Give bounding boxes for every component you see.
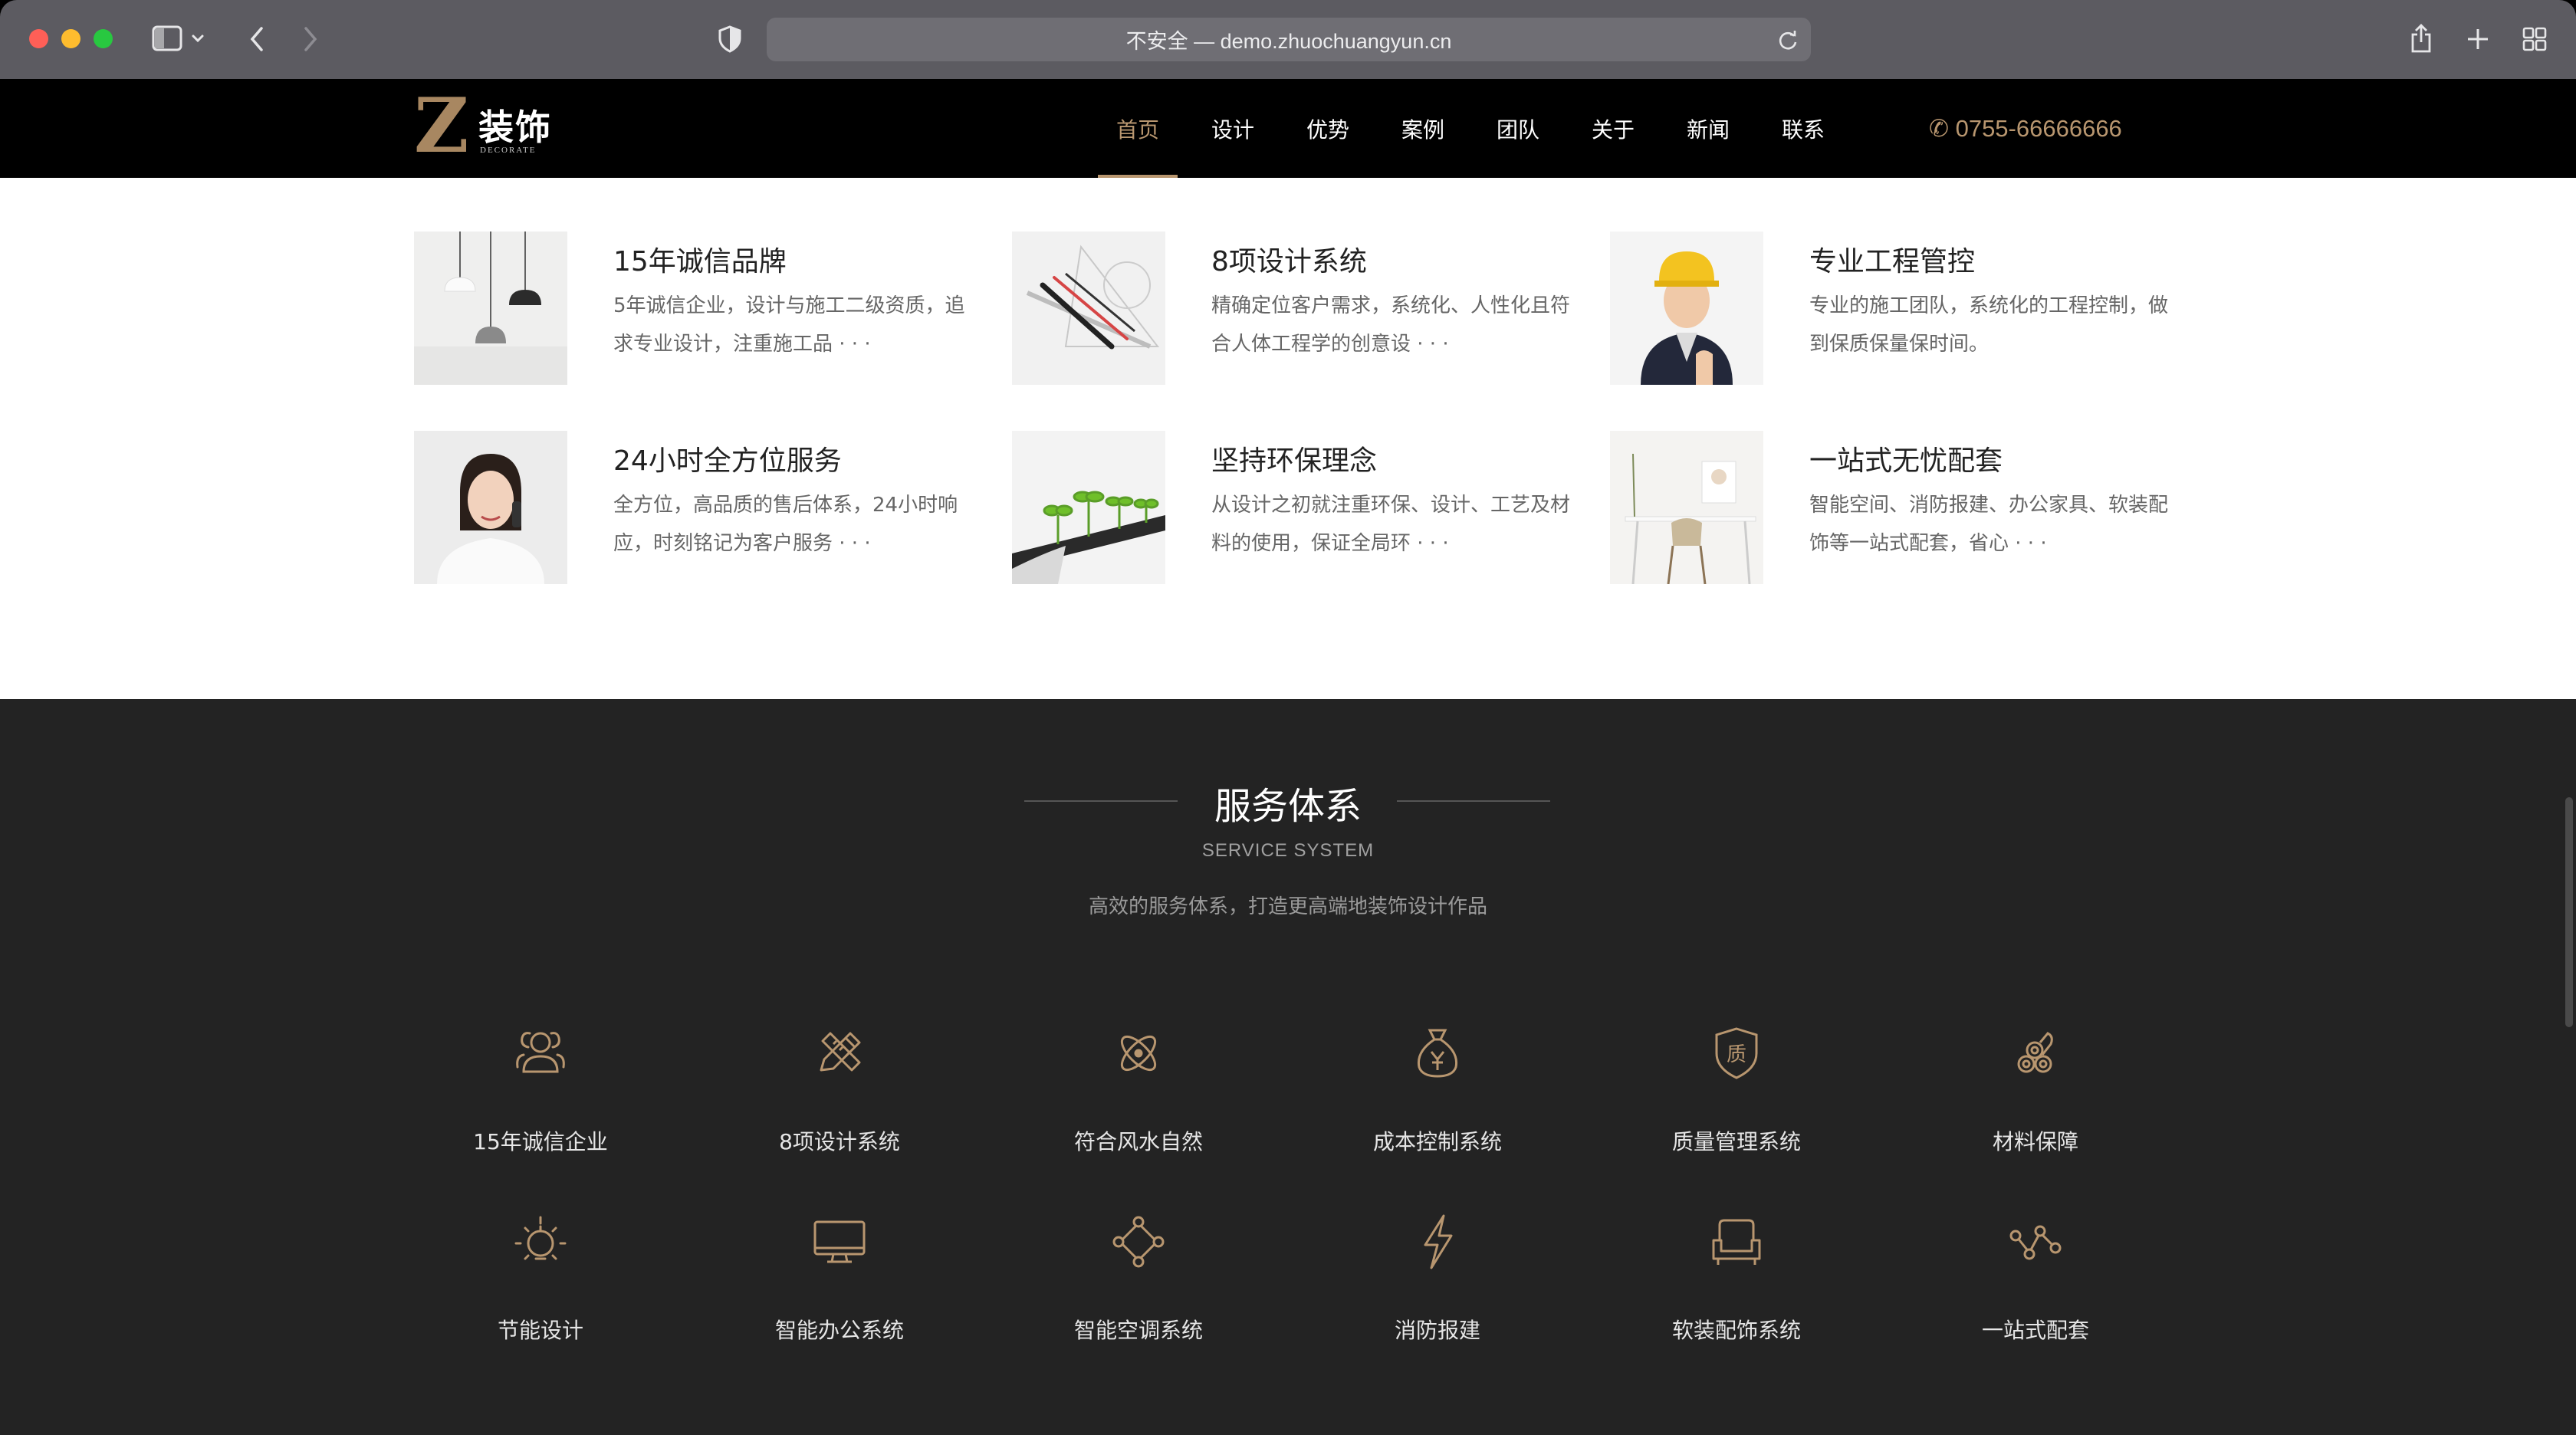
feature-title: 专业工程管控 xyxy=(1809,246,1976,277)
network-nodes-icon xyxy=(1112,1216,1165,1268)
feature-title: 8项设计系统 xyxy=(1211,246,1367,277)
feature-card[interactable]: 15年诚信品牌 5年诚信企业，设计与施工二级资质，追求专业设计，注重施工品 · … xyxy=(414,232,981,385)
feature-desc: 5年诚信企业，设计与施工二级资质，追求专业设计，注重施工品 · · · xyxy=(613,294,965,356)
forward-icon[interactable] xyxy=(297,18,324,60)
service-label: 软装配饰系统 xyxy=(1671,1318,1801,1343)
service-item[interactable]: 智能办公系统 xyxy=(717,1210,962,1363)
service-label: 智能办公系统 xyxy=(774,1318,904,1343)
sidebar-toggle-icon[interactable] xyxy=(149,18,210,60)
construction-worker-image xyxy=(1610,232,1763,385)
tab-overview-icon[interactable] xyxy=(2519,18,2550,60)
feature-card[interactable]: 坚持环保理念 从设计之初就注重环保、设计、工艺及材料的使用，保证全局环 · · … xyxy=(1012,431,1579,584)
pipes-icon xyxy=(2017,1032,2053,1073)
logo-subtext: DECORATE xyxy=(480,146,537,155)
nav-item-home[interactable]: 首页 xyxy=(1098,79,1178,178)
nav-item-design[interactable]: 设计 xyxy=(1193,79,1273,178)
service-system-section: 服务体系 SERVICE SYSTEM 高效的服务体系，打造更高端地装饰设计作品… xyxy=(0,699,2576,1435)
privacy-shield-icon[interactable] xyxy=(715,18,745,60)
section-description: 高效的服务体系，打造更高端地装饰设计作品 xyxy=(1088,895,1487,918)
section-subtitle: SERVICE SYSTEM xyxy=(1201,840,1375,861)
users-icon xyxy=(516,1032,565,1073)
desk-chair-image xyxy=(1610,431,1763,584)
service-item[interactable]: 符合风水自然 xyxy=(1016,1021,1261,1174)
logo-text: 装饰 xyxy=(478,107,552,148)
service-label: 材料保障 xyxy=(1992,1129,2078,1154)
nav-item-contact[interactable]: 联系 xyxy=(1763,79,1843,178)
page-scrollbar[interactable] xyxy=(2565,797,2573,1027)
service-label: 质量管理系统 xyxy=(1671,1129,1801,1154)
feature-desc: 精确定位客户需求，系统化、人性化且符合人体工程学的创意设 · · · xyxy=(1211,294,1571,356)
minimize-window-button[interactable] xyxy=(61,29,80,48)
atom-icon xyxy=(1120,1035,1157,1072)
service-woman-image xyxy=(414,431,567,584)
feature-title: 15年诚信品牌 xyxy=(613,246,787,277)
feature-desc: 从设计之初就注重环保、设计、工艺及材料的使用，保证全局环 · · · xyxy=(1211,494,1571,555)
drafting-tools-image xyxy=(1012,232,1165,385)
logo-letter: Z xyxy=(414,82,469,170)
service-item[interactable]: 质 质量管理系统 xyxy=(1614,1021,1859,1174)
main-nav: 首页 设计 优势 案例 团队 关于 新闻 联系 xyxy=(1098,79,1858,178)
service-item[interactable]: 软装配饰系统 xyxy=(1614,1210,1859,1363)
browser-toolbar: 不安全 — demo.zhuochuangyun.cn xyxy=(0,0,2576,79)
monitor-icon xyxy=(813,1220,866,1263)
feature-title: 坚持环保理念 xyxy=(1211,445,1378,477)
share-nodes-icon xyxy=(2009,1225,2062,1260)
lightning-icon xyxy=(1424,1214,1453,1269)
feature-title: 24小时全方位服务 xyxy=(613,445,842,477)
nav-item-news[interactable]: 新闻 xyxy=(1668,79,1748,178)
feature-card[interactable]: 专业工程管控 专业的施工团队，系统化的工程控制，做到保质保量保时间。 xyxy=(1610,232,2177,385)
address-bar[interactable]: 不安全 — demo.zhuochuangyun.cn xyxy=(767,18,1811,61)
service-item[interactable]: 成本控制系统 xyxy=(1315,1021,1560,1174)
zoom-window-button[interactable] xyxy=(94,29,113,48)
service-item[interactable]: 节能设计 xyxy=(418,1210,663,1363)
share-icon[interactable] xyxy=(2406,18,2436,60)
quality-badge-icon: 质 xyxy=(1715,1027,1758,1079)
url-text: 不安全 — demo.zhuochuangyun.cn xyxy=(1125,30,1452,53)
service-item[interactable]: 15年诚信企业 xyxy=(418,1021,663,1174)
sofa-icon xyxy=(1712,1219,1761,1265)
new-tab-icon[interactable] xyxy=(2463,18,2493,60)
service-label: 智能空调系统 xyxy=(1073,1318,1203,1343)
nav-item-team[interactable]: 团队 xyxy=(1478,79,1558,178)
service-item[interactable]: 智能空调系统 xyxy=(1016,1210,1261,1363)
nav-item-about[interactable]: 关于 xyxy=(1573,79,1653,178)
service-label: 一站式配套 xyxy=(1981,1318,2089,1343)
back-icon[interactable] xyxy=(244,18,270,60)
nav-item-advantages[interactable]: 优势 xyxy=(1288,79,1368,178)
reload-icon[interactable] xyxy=(1777,28,1799,57)
money-bag-icon xyxy=(1417,1029,1458,1078)
section-title: 服务体系 xyxy=(1214,785,1362,828)
feature-desc: 全方位，高品质的售后体系，24小时响应，时刻铭记为客户服务 · · · xyxy=(613,494,958,555)
feature-title: 一站式无忧配套 xyxy=(1809,445,2003,477)
feature-desc: 智能空间、消防报建、办公家具、软装配饰等一站式配套，省心 · · · xyxy=(1809,494,2169,555)
service-item[interactable]: 8项设计系统 xyxy=(717,1021,962,1174)
service-label: 15年诚信企业 xyxy=(473,1129,608,1154)
feature-desc: 专业的施工团队，系统化的工程控制，做到保质保量保时间。 xyxy=(1809,294,2169,356)
close-window-button[interactable] xyxy=(29,29,48,48)
service-label: 节能设计 xyxy=(497,1318,583,1343)
site-header: Z 装饰 DECORATE 首页 设计 优势 案例 团队 关于 新闻 联系 ✆ … xyxy=(0,79,2576,178)
seedlings-image xyxy=(1012,431,1165,584)
site-logo[interactable]: Z 装饰 DECORATE xyxy=(414,89,552,164)
feature-card[interactable]: 一站式无忧配套 智能空间、消防报建、办公家具、软装配饰等一站式配套，省心 · ·… xyxy=(1610,431,2177,584)
svg-text:质: 质 xyxy=(1727,1043,1746,1066)
pencil-ruler-icon xyxy=(820,1032,861,1072)
service-item[interactable]: 消防报建 xyxy=(1315,1210,1560,1363)
nav-item-cases[interactable]: 案例 xyxy=(1383,79,1463,178)
service-item[interactable]: 一站式配套 xyxy=(1913,1210,2158,1363)
pendant-lamps-image xyxy=(414,232,567,385)
service-label: 消防报建 xyxy=(1394,1318,1480,1343)
feature-card[interactable]: 8项设计系统 精确定位客户需求，系统化、人性化且符合人体工程学的创意设 · · … xyxy=(1012,232,1579,385)
feature-card[interactable]: 24小时全方位服务 全方位，高品质的售后体系，24小时响应，时刻铭记为客户服务 … xyxy=(414,431,981,584)
features-section: 15年诚信品牌 5年诚信企业，设计与施工二级资质，追求专业设计，注重施工品 · … xyxy=(0,178,2576,699)
phone-number[interactable]: ✆ 0755-66666666 xyxy=(1929,79,2122,178)
service-label: 符合风水自然 xyxy=(1073,1129,1203,1154)
service-label: 8项设计系统 xyxy=(779,1129,900,1154)
service-item[interactable]: 材料保障 xyxy=(1913,1021,2158,1174)
service-label: 成本控制系统 xyxy=(1372,1129,1502,1154)
bulb-icon xyxy=(514,1216,567,1260)
